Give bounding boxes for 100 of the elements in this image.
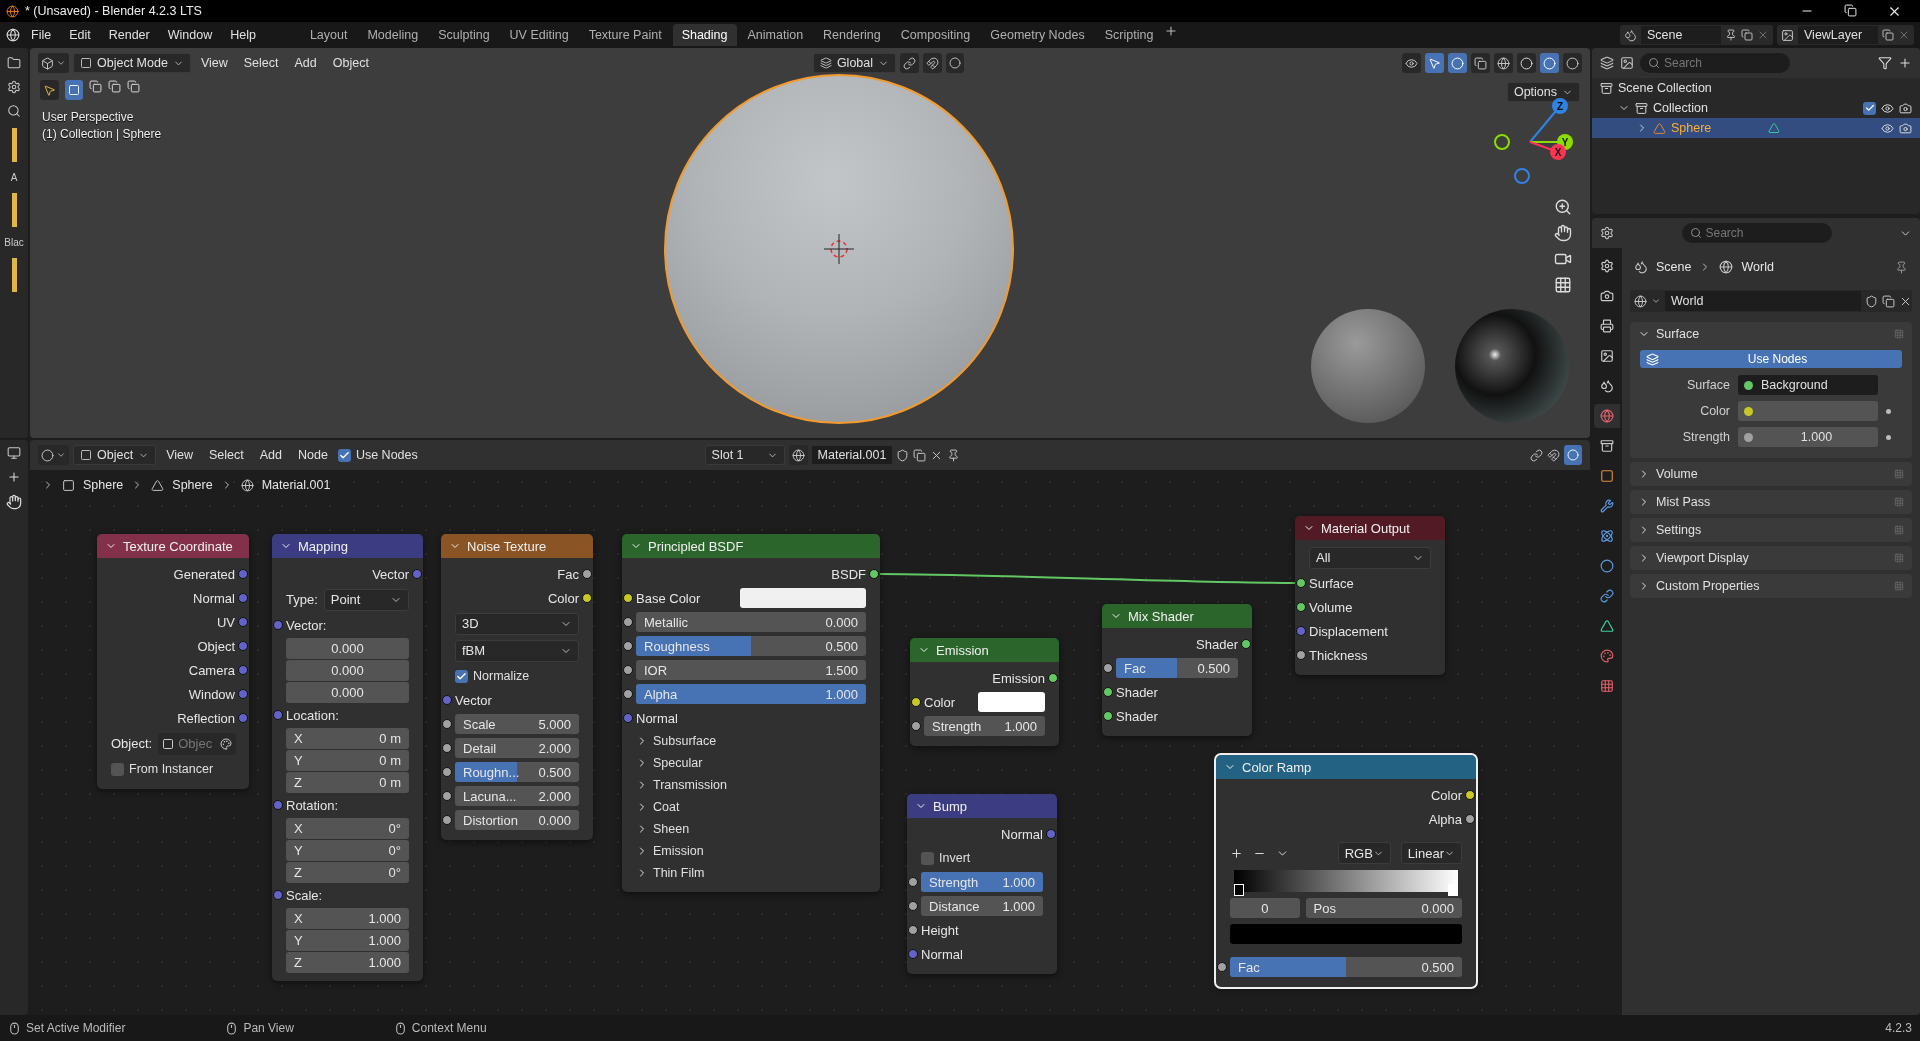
panel-toggle[interactable]: Transmission (636, 778, 727, 792)
breadcrumb-item[interactable]: Sphere (83, 478, 124, 492)
panel-toggle[interactable]: Coat (636, 800, 680, 814)
menu-item[interactable]: Select (237, 56, 285, 70)
checkbox[interactable]: Invert (921, 851, 971, 865)
workspace-tab[interactable]: Rendering (814, 24, 890, 46)
number-field[interactable]: Y 1.000 (286, 929, 409, 951)
workspace-tab[interactable]: Animation (738, 24, 813, 46)
object-dropdown[interactable]: Object (73, 445, 157, 465)
panel-header[interactable]: Volume (1630, 462, 1912, 486)
options-dropdown[interactable]: Options (1506, 82, 1580, 102)
outliner-row[interactable]: Scene Collection (1592, 78, 1920, 98)
workspace-tab[interactable]: Modeling (358, 24, 428, 46)
node-header[interactable]: Texture Coordinate (97, 534, 249, 558)
orientation-dropdown[interactable]: Global (812, 53, 896, 73)
dropdown[interactable]: Linear (1400, 842, 1462, 864)
workspace-tab[interactable]: Layout (300, 24, 357, 46)
dropdown[interactable]: 3D (455, 612, 579, 635)
number-field[interactable]: IOR 1.500 (636, 660, 866, 680)
node-header[interactable]: Noise Texture (441, 534, 593, 558)
shader-node[interactable]: Mapping Vector Type: Point Vector: 0.000 0.000 0.000 Location: X 0 m Y 0 m Z 0 m Rotation: X 0° Y 0° Z 0° Scale: X 1.000 Y 1.000 Z 1.000 (272, 534, 423, 981)
node-header[interactable]: Principled BSDF (622, 534, 880, 558)
breadcrumb-item[interactable]: World (1741, 260, 1774, 274)
number-field[interactable]: 0.000 (286, 637, 409, 659)
scene-name-field[interactable]: Scene (1641, 26, 1721, 44)
menu-item[interactable]: Window (160, 26, 220, 44)
breadcrumb-item[interactable]: Scene (1656, 260, 1692, 274)
number-field[interactable]: Z 0 m (286, 771, 409, 793)
number-field[interactable]: Z 0° (286, 861, 409, 883)
panel-header[interactable]: Settings (1630, 518, 1912, 542)
checkbox[interactable]: From Instancer (111, 762, 214, 776)
shader-node[interactable]: Emission Emission Color Strength 1.000 (910, 638, 1059, 746)
use-nodes-checkbox[interactable]: Use Nodes (337, 448, 418, 462)
menu-item[interactable]: Help (223, 26, 263, 44)
workspace-tab[interactable]: Texture Paint (579, 24, 671, 46)
node-header[interactable]: Mix Shader (1102, 604, 1252, 628)
slider-field[interactable]: Alpha 1.000 (636, 684, 866, 704)
shader-node[interactable]: Mix Shader Shader Fac 0.500 Shader Shader (1102, 604, 1252, 736)
number-field[interactable]: Detail 2.000 (455, 738, 579, 758)
shader-node[interactable]: Texture Coordinate Generated Normal UV Object Camera Window Reflection Object: Objec From Instancer (97, 534, 249, 789)
panel-header[interactable]: Custom Properties (1630, 574, 1912, 598)
number-field[interactable]: Scale 5.000 (455, 714, 579, 734)
panel-toggle[interactable]: Subsurface (636, 734, 717, 748)
search-field[interactable]: Search (1640, 53, 1790, 73)
workspace-tab[interactable]: UV Editing (500, 24, 578, 46)
menu-item[interactable]: Node (292, 448, 334, 462)
number-field[interactable]: Distortion 0.000 (455, 810, 579, 830)
search-field[interactable]: Search (1681, 223, 1832, 243)
menu-item[interactable]: View (160, 448, 199, 462)
dropdown[interactable]: RGB (1337, 842, 1391, 864)
breadcrumb-item[interactable]: Sphere (172, 478, 213, 492)
panel-header[interactable]: Viewport Display (1630, 546, 1912, 570)
breadcrumb-item[interactable]: Material.001 (261, 478, 331, 492)
slider-field[interactable]: Strength 1.000 (921, 872, 1043, 892)
slider-field[interactable]: Roughness 0.500 (636, 636, 866, 656)
shader-node[interactable]: Bump Normal Invert Strength 1.000 Distance 1.000 Height Normal (907, 794, 1057, 974)
menu-item[interactable]: Render (101, 26, 157, 44)
workspace-tab[interactable]: Scripting (1095, 24, 1163, 46)
property-field[interactable]: Background (1738, 375, 1878, 395)
number-field[interactable]: Pos 0.000 (1305, 898, 1462, 918)
world-name-field[interactable]: World (1665, 291, 1861, 311)
material-name-field[interactable]: Material.001 (811, 446, 893, 464)
number-field[interactable]: Metallic 0.000 (636, 612, 866, 632)
mode-dropdown[interactable]: Object Mode (73, 53, 191, 73)
workspace-tab[interactable]: Sculpting (429, 24, 499, 46)
panel-toggle[interactable]: Thin Film (636, 866, 705, 880)
menu-item[interactable]: Add (253, 448, 288, 462)
number-field[interactable]: Distance 1.000 (921, 896, 1043, 916)
panel-toggle[interactable]: Sheen (636, 822, 690, 836)
slider-field[interactable]: Fac 0.500 (1116, 658, 1238, 678)
menu-item[interactable]: Edit (62, 26, 98, 44)
number-field[interactable]: Z 1.000 (286, 951, 409, 973)
dropdown[interactable]: Point (323, 588, 409, 611)
number-field[interactable]: X 0 m (286, 727, 409, 749)
outliner-row[interactable]: Collection (1592, 98, 1920, 118)
use-nodes-button[interactable]: Use Nodes (1640, 350, 1902, 368)
panel-header[interactable]: Mist Pass (1630, 490, 1912, 514)
node-header[interactable]: Mapping (272, 534, 423, 558)
checkbox[interactable]: Normalize (455, 669, 530, 683)
number-field[interactable]: X 1.000 (286, 907, 409, 929)
view-layer-name-field[interactable]: ViewLayer (1798, 26, 1878, 44)
workspace-tab[interactable]: Geometry Nodes (981, 24, 1094, 46)
panel-toggle[interactable]: Specular (636, 756, 703, 770)
number-field[interactable]: 0.000 (286, 681, 409, 703)
menu-item[interactable]: Object (326, 56, 375, 70)
node-header[interactable]: Emission (910, 638, 1059, 662)
shader-node[interactable]: Material Output All Surface Volume Displacement Thickness (1295, 516, 1445, 675)
workspace-tab[interactable]: Compositing (891, 24, 980, 46)
shader-node[interactable]: Principled BSDF BSDF Base Color Metallic 0.000 Roughness 0.500 IOR 1.500 Alpha 1.000 Normal Subsurface Specular Transmission Coat Sheen Emission Thin Film (622, 534, 880, 892)
dropdown[interactable]: All (1309, 546, 1431, 569)
panel-header[interactable]: Surface (1630, 322, 1912, 346)
menu-item[interactable]: View (194, 56, 234, 70)
menu-item[interactable]: Add (288, 56, 323, 70)
menu-item[interactable]: File (24, 26, 59, 44)
panel-toggle[interactable]: Emission (636, 844, 704, 858)
number-field[interactable]: 0.000 (286, 659, 409, 681)
node-header[interactable]: Bump (907, 794, 1057, 818)
outliner-row[interactable]: Sphere (1592, 118, 1920, 138)
number-field[interactable]: Y 0° (286, 839, 409, 861)
number-field[interactable]: Strength 1.000 (924, 716, 1045, 736)
